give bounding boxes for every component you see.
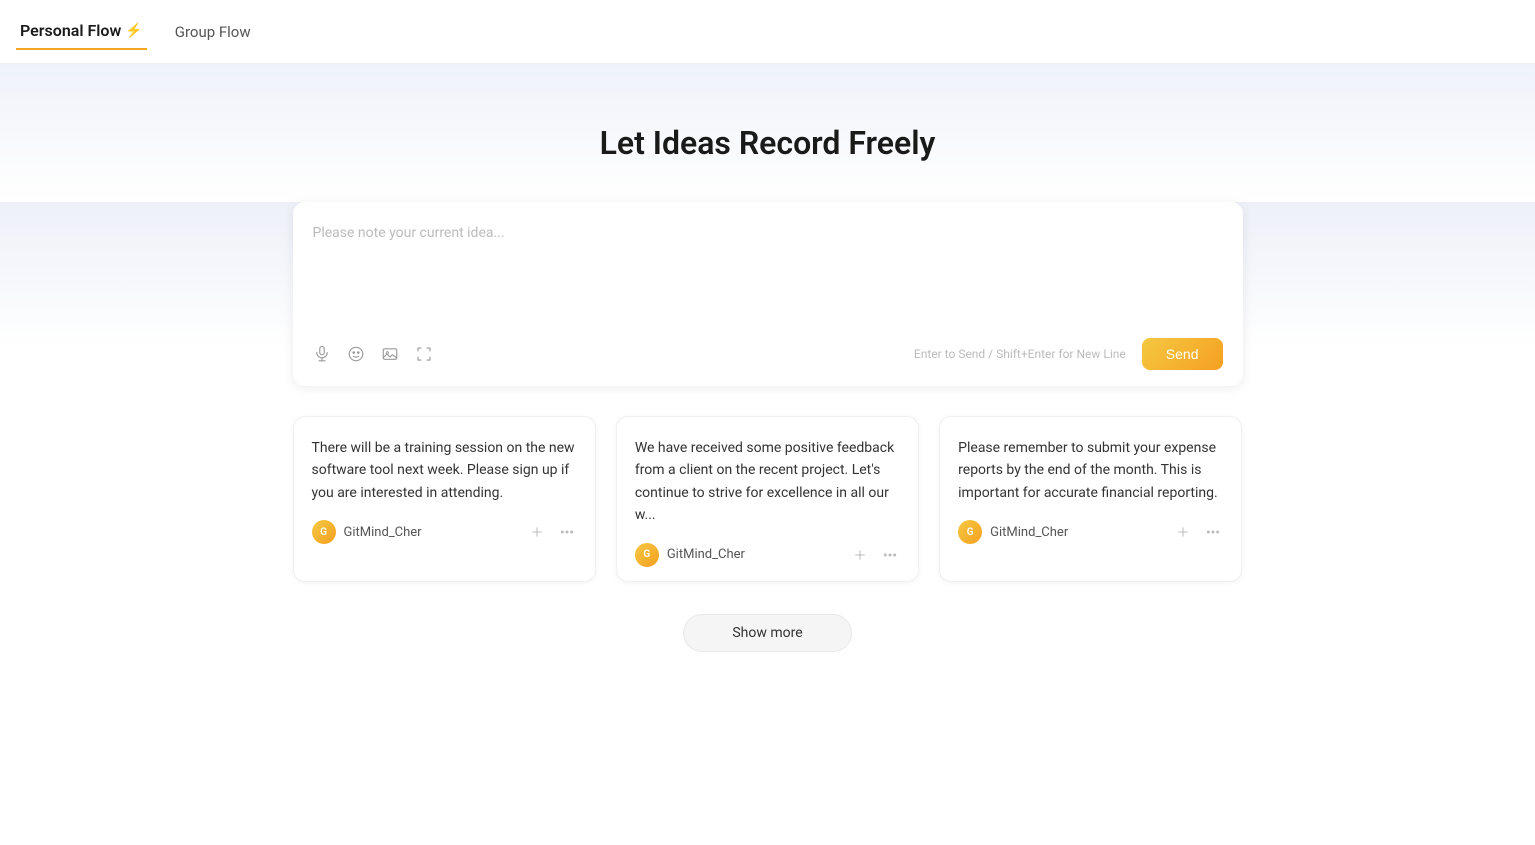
expand-icon[interactable] bbox=[415, 345, 433, 363]
author-avatar: G bbox=[312, 520, 336, 544]
idea-card: We have received some positive feedback … bbox=[616, 416, 919, 582]
card-more-button[interactable] bbox=[880, 545, 900, 565]
author-name: GitMind_Cher bbox=[990, 525, 1068, 540]
card-text: We have received some positive feedback … bbox=[635, 437, 900, 527]
personal-flow-label: Personal Flow bbox=[20, 21, 121, 40]
card-actions bbox=[527, 522, 577, 542]
card-footer: G GitMind_Cher bbox=[635, 543, 900, 567]
card-author: G GitMind_Cher bbox=[958, 520, 1068, 544]
card-footer: G GitMind_Cher bbox=[312, 520, 577, 544]
idea-input[interactable] bbox=[313, 222, 1223, 322]
lightning-icon: ⚡ bbox=[125, 23, 142, 39]
card-actions bbox=[1173, 522, 1223, 542]
image-icon[interactable] bbox=[381, 345, 399, 363]
card-add-button[interactable] bbox=[1173, 522, 1193, 542]
show-more-button[interactable]: Show more bbox=[683, 614, 851, 652]
card-add-button[interactable] bbox=[527, 522, 547, 542]
emoji-icon[interactable] bbox=[347, 345, 365, 363]
card-author: G GitMind_Cher bbox=[635, 543, 745, 567]
toolbar-left bbox=[313, 345, 433, 363]
input-toolbar: Enter to Send / Shift+Enter for New Line… bbox=[313, 338, 1223, 370]
hero-section: Let Ideas Record Freely bbox=[0, 64, 1535, 202]
card-text: Please remember to submit your expense r… bbox=[958, 437, 1223, 504]
cards-section: There will be a training session on the … bbox=[293, 416, 1243, 582]
show-more-container: Show more bbox=[683, 614, 851, 652]
card-more-button[interactable] bbox=[557, 522, 577, 542]
card-more-button[interactable] bbox=[1203, 522, 1223, 542]
card-add-button[interactable] bbox=[850, 545, 870, 565]
main-content: Enter to Send / Shift+Enter for New Line… bbox=[0, 202, 1535, 692]
top-nav: Personal Flow⚡ Group Flow bbox=[0, 0, 1535, 64]
card-footer: G GitMind_Cher bbox=[958, 520, 1223, 544]
author-avatar: G bbox=[958, 520, 982, 544]
nav-personal-flow[interactable]: Personal Flow⚡ bbox=[16, 13, 147, 50]
card-author: G GitMind_Cher bbox=[312, 520, 422, 544]
author-name: GitMind_Cher bbox=[344, 525, 422, 540]
idea-card: There will be a training session on the … bbox=[293, 416, 596, 582]
mic-icon[interactable] bbox=[313, 345, 331, 363]
author-name: GitMind_Cher bbox=[667, 547, 745, 562]
send-button[interactable]: Send bbox=[1142, 338, 1223, 370]
toolbar-right: Enter to Send / Shift+Enter for New Line… bbox=[914, 338, 1223, 370]
send-hint: Enter to Send / Shift+Enter for New Line bbox=[914, 347, 1126, 361]
group-flow-label: Group Flow bbox=[175, 23, 251, 41]
nav-group-flow[interactable]: Group Flow bbox=[171, 15, 255, 49]
hero-title: Let Ideas Record Freely bbox=[600, 124, 936, 162]
card-actions bbox=[850, 545, 900, 565]
input-card: Enter to Send / Shift+Enter for New Line… bbox=[293, 202, 1243, 386]
idea-card: Please remember to submit your expense r… bbox=[939, 416, 1242, 582]
author-avatar: G bbox=[635, 543, 659, 567]
card-text: There will be a training session on the … bbox=[312, 437, 577, 504]
